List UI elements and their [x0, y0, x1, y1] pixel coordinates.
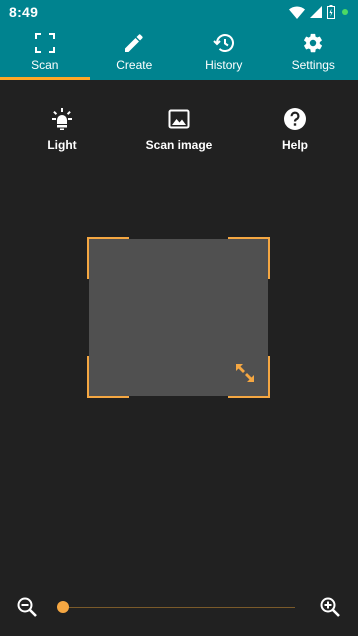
notification-dot [342, 9, 348, 15]
zoom-slider[interactable] [57, 601, 295, 613]
tab-label: History [205, 58, 243, 72]
tab-scan[interactable]: Scan [0, 24, 90, 80]
status-time: 8:49 [9, 4, 39, 20]
light-button[interactable]: Light [12, 106, 112, 152]
action-label: Help [281, 138, 308, 152]
zoom-in-icon [319, 597, 341, 622]
image-icon [166, 106, 192, 132]
pencil-icon [123, 32, 145, 54]
signal-icon [310, 6, 322, 18]
help-button[interactable]: Help [245, 106, 345, 152]
history-icon [213, 32, 235, 54]
wifi-icon [289, 5, 305, 19]
zoom-slider-thumb[interactable] [57, 601, 69, 613]
zoom-control [0, 596, 358, 620]
frame-corner-top-left [87, 237, 129, 279]
zoom-in-button[interactable] [319, 596, 341, 618]
zoom-out-icon [16, 597, 38, 622]
tab-history[interactable]: History [179, 24, 269, 80]
zoom-out-button[interactable] [16, 596, 38, 618]
status-icons [289, 5, 348, 19]
resize-icon [234, 364, 256, 388]
flashlight-icon [49, 106, 75, 132]
action-label: Light [47, 138, 77, 152]
tab-label: Scan [31, 58, 59, 72]
frame-corner-top-right [228, 237, 270, 279]
tab-settings[interactable]: Settings [269, 24, 358, 80]
status-bar: 8:49 [0, 0, 358, 24]
action-label: Scan image [145, 138, 213, 152]
scanner-screen: 8:49 Scan Create History Settings Light … [0, 0, 358, 636]
gear-icon [302, 32, 324, 54]
action-row: Light Scan image Help [0, 106, 358, 156]
scan-icon [34, 32, 56, 54]
resize-handle[interactable] [234, 362, 256, 384]
help-icon [282, 106, 308, 132]
tab-label: Create [116, 58, 153, 72]
battery-icon [327, 5, 335, 19]
tab-bar: Scan Create History Settings [0, 24, 358, 80]
scan-frame [87, 237, 270, 398]
scan-image-button[interactable]: Scan image [129, 106, 229, 152]
frame-corner-bottom-left [87, 356, 129, 398]
tab-label: Settings [291, 58, 335, 72]
tab-create[interactable]: Create [90, 24, 180, 80]
